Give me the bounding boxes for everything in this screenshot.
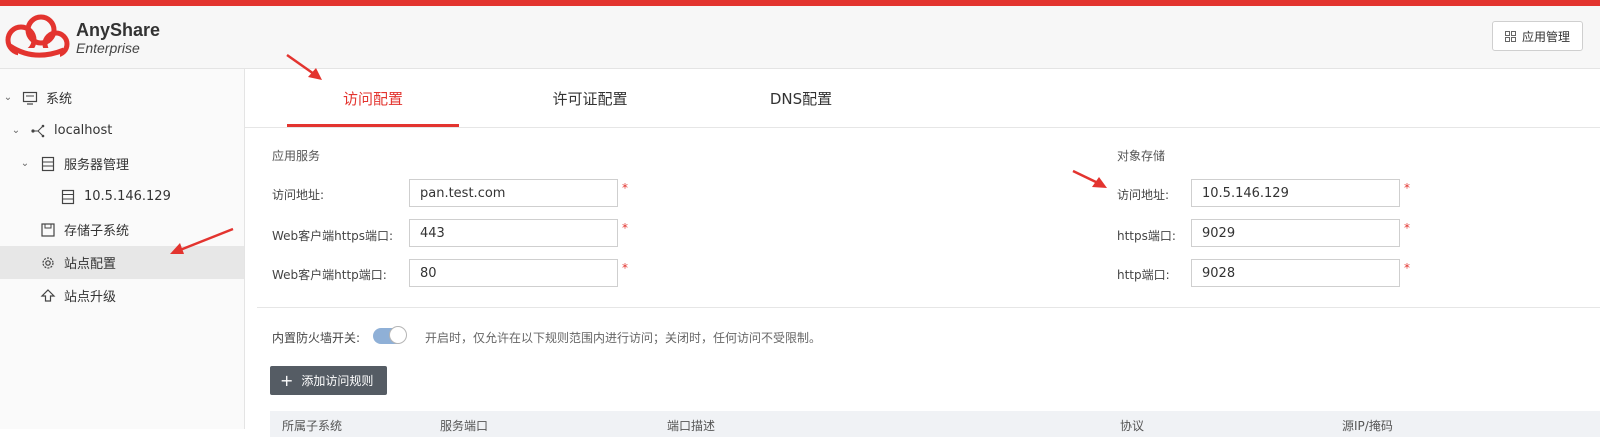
rules-table-header: 所属子系统 服务端口 端口描述 协议 源IP/掩码 <box>270 411 1600 437</box>
firewall-label: 内置防火墙开关: <box>272 331 361 345</box>
firewall-hint: 开启时，仅允许在以下规则范围内进行访问；关闭时，任何访问不受限制。 <box>425 331 822 345</box>
server-rack-icon <box>61 189 75 204</box>
chevron-down-icon[interactable]: ⌄ <box>11 125 21 136</box>
chevron-down-icon[interactable]: ⌄ <box>20 158 30 169</box>
network-node-icon <box>31 124 45 137</box>
app-management-label: 应用管理 <box>1521 29 1570 44</box>
sidebar-item-system[interactable]: ⌄ 系统 <box>0 81 244 114</box>
sidebar-item-label: 存储子系统 <box>64 224 130 239</box>
field-label: Web客户端https端口: <box>272 229 394 243</box>
sidebar-item-label: 系统 <box>46 92 73 107</box>
tab-license-config[interactable]: 许可证配置 <box>505 69 675 127</box>
sidebar-item-label: 服务器管理 <box>64 158 130 173</box>
required-mark: * <box>622 261 628 275</box>
field-label: http端口: <box>1117 268 1170 282</box>
add-access-rule-button[interactable]: + 添加访问规则 <box>270 366 388 395</box>
column-header: 所属子系统 <box>282 419 343 433</box>
anyshare-logo-icon <box>5 14 70 58</box>
required-mark: * <box>622 181 628 195</box>
object-storage-title: 对象存储 <box>1117 149 1166 163</box>
column-header: 协议 <box>1120 419 1145 433</box>
required-mark: * <box>1404 221 1410 235</box>
sidebar-item-site-upgrade[interactable]: 站点升级 <box>0 279 244 312</box>
app-management-button[interactable]: 应用管理 <box>1491 21 1583 51</box>
chevron-down-icon[interactable]: ⌄ <box>3 92 13 103</box>
column-header: 源IP/掩码 <box>1342 419 1393 433</box>
gear-icon <box>42 256 54 269</box>
sidebar-item-label: localhost <box>54 123 113 138</box>
tab-label: 访问配置 <box>342 89 403 108</box>
storage-icon <box>41 222 55 237</box>
tab-label: 许可证配置 <box>552 89 628 108</box>
app-header: AnyShare Enterprise 应用管理 <box>0 6 1600 69</box>
server-monitor-icon <box>22 91 38 105</box>
column-header: 端口描述 <box>667 419 716 433</box>
brand-subtitle: Enterprise <box>76 40 140 56</box>
active-tab-indicator <box>287 124 459 127</box>
field-label: 访问地址: <box>272 188 325 202</box>
field-label: Web客户端http端口: <box>272 268 387 282</box>
brand-name: AnyShare <box>76 20 161 40</box>
upgrade-arrow-icon <box>40 288 56 302</box>
sidebar-item-label: 10.5.146.129 <box>84 189 171 204</box>
web-http-port-input[interactable] <box>409 259 618 287</box>
annotation-arrow-icon <box>1072 169 1107 188</box>
add-access-rule-label: 添加访问规则 <box>301 374 374 388</box>
tab-bar: 访问配置 许可证配置 DNS配置 <box>245 69 1600 128</box>
tab-label: DNS配置 <box>769 89 833 108</box>
required-mark: * <box>622 221 628 235</box>
app-access-address-input[interactable] <box>409 179 618 207</box>
sidebar-item-localhost[interactable]: ⌄ localhost <box>0 114 244 147</box>
firewall-toggle[interactable] <box>373 326 407 344</box>
sidebar-item-server-host[interactable]: 10.5.146.129 <box>0 180 244 213</box>
sidebar-item-server-management[interactable]: ⌄ 服务器管理 <box>0 147 244 180</box>
sidebar-item-label: 站点升级 <box>64 290 117 305</box>
field-label: https端口: <box>1117 229 1176 243</box>
annotation-arrow-icon <box>286 53 322 80</box>
app-service-title: 应用服务 <box>272 149 321 163</box>
tab-dns-config[interactable]: DNS配置 <box>731 69 871 127</box>
server-list-icon <box>41 156 55 171</box>
web-https-port-input[interactable] <box>409 219 618 247</box>
plus-icon: + <box>280 370 294 390</box>
storage-access-address-input[interactable] <box>1191 179 1400 207</box>
main-content: 访问配置 许可证配置 DNS配置 应用服务 访问地址: * Web客户端http… <box>245 69 1600 437</box>
field-label: 访问地址: <box>1117 188 1170 202</box>
annotation-arrow-icon <box>170 227 234 254</box>
required-mark: * <box>1404 261 1410 275</box>
column-header: 服务端口 <box>440 419 489 433</box>
grid-icon <box>1504 30 1516 42</box>
brand: AnyShare Enterprise <box>76 20 160 56</box>
section-divider <box>257 307 1600 308</box>
toggle-knob <box>389 326 407 344</box>
required-mark: * <box>1404 181 1410 195</box>
storage-https-port-input[interactable] <box>1191 219 1400 247</box>
sidebar-item-label: 站点配置 <box>64 257 117 272</box>
storage-http-port-input[interactable] <box>1191 259 1400 287</box>
